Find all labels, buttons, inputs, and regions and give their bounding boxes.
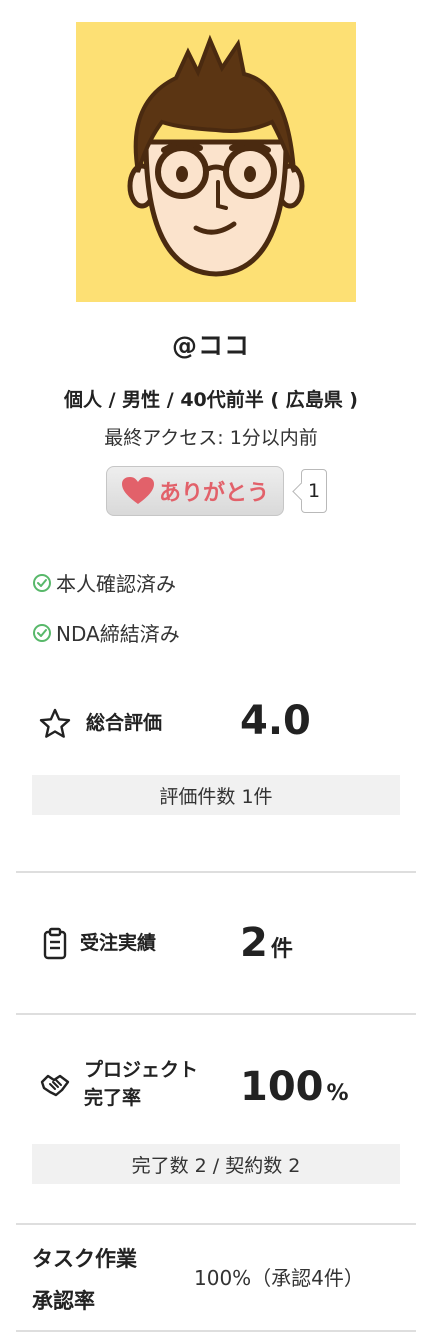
rating-count: 評価件数 1件 bbox=[32, 775, 400, 815]
rating-row: 総合評価 bbox=[38, 707, 162, 741]
task-approval-label: タスク作業 承認率 bbox=[32, 1238, 137, 1322]
thanks-label: ありがとう bbox=[158, 481, 269, 506]
completion-percent: 100 bbox=[240, 1064, 324, 1110]
completion-label-line2: 完了率 bbox=[84, 1086, 142, 1109]
completion-label-line1: プロジェクト bbox=[84, 1059, 199, 1081]
completion-detail: 完了数 2 / 契約数 2 bbox=[32, 1144, 400, 1184]
rating-label: 総合評価 bbox=[86, 712, 163, 735]
orders-count: 2 bbox=[240, 920, 268, 966]
thanks-count: 1 bbox=[301, 469, 327, 513]
task-approval-label-line2: 承認率 bbox=[32, 1289, 95, 1313]
nda-signed-label: NDA締結済み bbox=[56, 622, 180, 646]
completion-label: プロジェクト 完了率 bbox=[84, 1057, 198, 1112]
orders-row: 受注実績 bbox=[38, 927, 156, 961]
check-circle-icon bbox=[33, 623, 51, 642]
profile-avatar bbox=[76, 22, 356, 302]
clipboard-icon bbox=[38, 927, 72, 961]
rating-value: 4.0 bbox=[240, 698, 311, 744]
handshake-icon bbox=[38, 1068, 72, 1102]
identity-verified: 本人確認済み bbox=[32, 568, 176, 597]
nda-signed: NDA締結済み bbox=[32, 618, 180, 647]
username: @ココ bbox=[171, 331, 250, 360]
identity-verified-label: 本人確認済み bbox=[56, 572, 176, 596]
profile-attributes: 個人 / 男性 / 40代前半 ( 広島県 ) bbox=[64, 389, 358, 411]
divider bbox=[16, 1330, 416, 1332]
thanks-widget: ありがとう 1 bbox=[106, 465, 327, 517]
avatar-illustration bbox=[127, 34, 305, 277]
task-approval-label-line1: タスク作業 bbox=[32, 1247, 137, 1271]
divider bbox=[16, 1223, 416, 1225]
completion-unit: % bbox=[326, 1081, 349, 1106]
completion-value: 100% bbox=[240, 1064, 349, 1110]
last-access: 最終アクセス: 1分以内前 bbox=[104, 427, 318, 449]
heart-icon bbox=[121, 477, 154, 504]
divider bbox=[16, 871, 416, 873]
completion-row: プロジェクト 完了率 bbox=[38, 1057, 198, 1112]
orders-value: 2件 bbox=[240, 920, 293, 966]
divider bbox=[16, 1013, 416, 1015]
orders-unit: 件 bbox=[270, 937, 293, 962]
check-circle-icon bbox=[33, 573, 51, 592]
star-icon bbox=[38, 707, 72, 741]
task-approval-value: 100%（承認4件） bbox=[194, 1266, 364, 1290]
orders-label: 受注実績 bbox=[80, 932, 157, 955]
thanks-button[interactable]: ありがとう bbox=[106, 466, 284, 516]
